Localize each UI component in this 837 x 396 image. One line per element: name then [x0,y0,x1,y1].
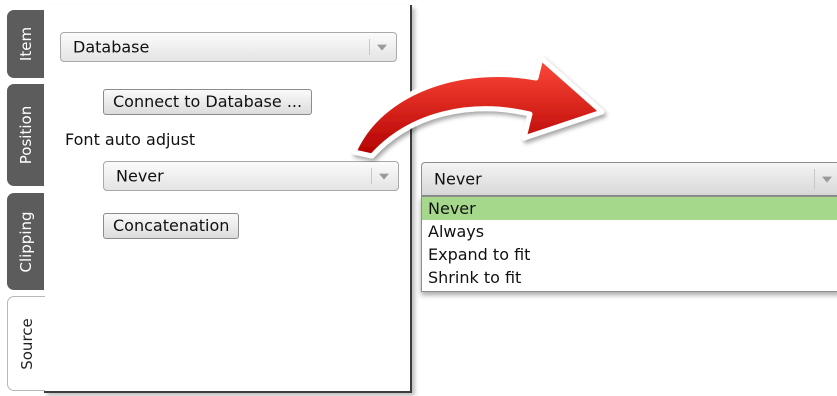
option-shrink-to-fit[interactable]: Shrink to fit [422,266,837,289]
tab-item[interactable]: Item [7,10,45,78]
font-auto-adjust-select-value: Never [116,166,164,186]
chevron-down-icon [377,44,387,51]
option-expand-to-fit[interactable]: Expand to fit [422,243,837,266]
tab-clipping[interactable]: Clipping [7,193,45,290]
tab-position[interactable]: Position [7,84,45,186]
font-auto-adjust-options-list: Never Always Expand to fit Shrink to fit [421,196,837,292]
option-always[interactable]: Always [422,220,837,243]
tab-item-label: Item [17,26,35,62]
chevron-down-icon [379,173,389,180]
curved-arrow-icon [351,55,605,159]
concatenation-button[interactable]: Concatenation [103,213,240,239]
option-never[interactable]: Never [422,197,837,220]
select-divider [814,169,815,189]
source-type-select-value: Database [73,37,150,57]
select-divider [371,168,372,184]
tab-position-label: Position [17,105,35,165]
tab-source[interactable]: Source [7,296,45,391]
font-auto-adjust-label: Font auto adjust [65,130,196,149]
screenshot-stage: Item Position Clipping Source Database C… [0,0,837,396]
connect-to-database-button[interactable]: Connect to Database ... [103,89,313,115]
font-auto-adjust-dropdown-value: Never [434,169,482,189]
font-auto-adjust-select[interactable]: Never [103,161,399,191]
chevron-down-icon [822,176,832,183]
tab-clipping-label: Clipping [17,210,35,273]
curved-arrow-shape [351,55,605,159]
font-auto-adjust-dropdown[interactable]: Never [421,162,837,196]
tab-source-label: Source [17,317,36,370]
